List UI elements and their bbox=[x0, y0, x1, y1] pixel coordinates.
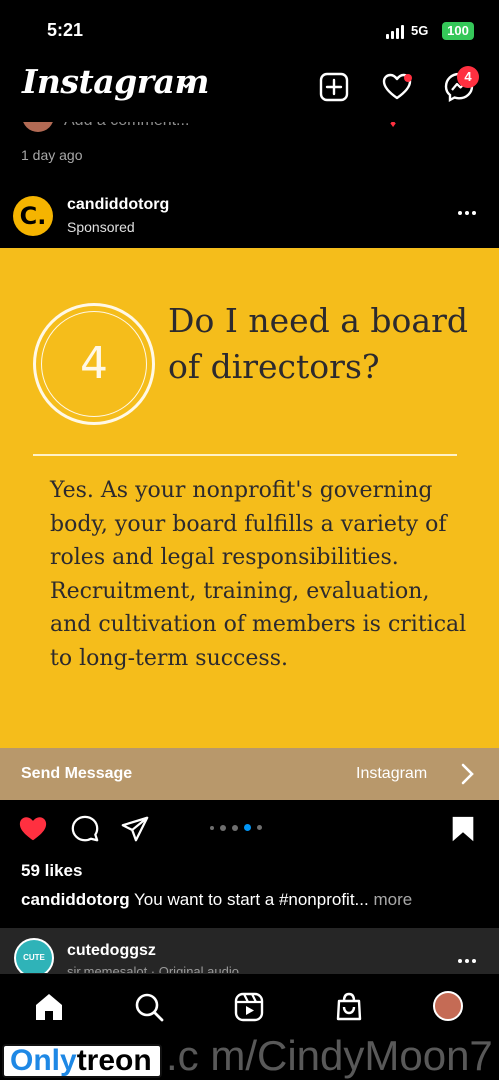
likes-count[interactable]: 59 likes bbox=[21, 861, 82, 881]
previous-post: Add a comment... ♦ 1 day ago bbox=[0, 122, 499, 180]
status-bar: 5:21 5G 100 bbox=[0, 0, 499, 56]
network-label: 5G bbox=[411, 23, 429, 38]
reels-icon[interactable] bbox=[233, 991, 265, 1023]
chevron-right-icon[interactable] bbox=[458, 762, 476, 786]
ad-image[interactable]: 4 Do I need a board of directors? Yes. A… bbox=[0, 248, 499, 748]
messages-badge: 4 bbox=[457, 66, 479, 88]
app-header: Instagram bbox=[0, 56, 499, 122]
ad-answer: Yes. As your nonprofit's governing body,… bbox=[50, 478, 467, 671]
avatar[interactable]: C. bbox=[13, 196, 53, 236]
caption-username[interactable]: candiddotorg bbox=[21, 890, 130, 909]
cta-destination[interactable]: Instagram bbox=[356, 765, 427, 783]
profile-avatar[interactable] bbox=[433, 991, 463, 1021]
comment-icon[interactable] bbox=[70, 814, 100, 844]
post-header: C. candiddotorg Sponsored bbox=[0, 186, 499, 248]
next-post-username[interactable]: cutedoggsz bbox=[67, 942, 156, 960]
next-post-audio[interactable]: sir.memesalot · Original audio bbox=[67, 964, 239, 973]
ad-question: Do I need a board of directors? bbox=[168, 301, 468, 386]
signal-icon bbox=[386, 25, 404, 39]
caption-text: You want to start a #nonprofit... bbox=[134, 890, 369, 909]
emoji-icon[interactable]: ♦ bbox=[390, 122, 396, 130]
search-icon[interactable] bbox=[133, 991, 165, 1023]
home-icon[interactable] bbox=[33, 991, 65, 1023]
bookmark-icon[interactable] bbox=[448, 814, 478, 844]
more-link[interactable]: more bbox=[373, 890, 412, 909]
watermark-url: .c m/CindyMoon7 bbox=[166, 1032, 493, 1079]
post-caption: candiddotorg You want to start a #nonpro… bbox=[21, 890, 412, 910]
sponsored-label[interactable]: Sponsored bbox=[67, 219, 135, 235]
status-time: 5:21 bbox=[47, 20, 84, 40]
avatar bbox=[22, 122, 54, 132]
more-options-icon[interactable] bbox=[458, 211, 476, 215]
divider bbox=[33, 454, 457, 456]
post-timestamp: 1 day ago bbox=[21, 147, 83, 163]
watermark-logo: Onlytreon bbox=[2, 1044, 162, 1078]
post-username[interactable]: candiddotorg bbox=[67, 196, 169, 214]
chevron-down-icon[interactable] bbox=[178, 78, 194, 90]
shop-icon[interactable] bbox=[333, 991, 365, 1023]
share-icon[interactable] bbox=[120, 814, 150, 844]
battery-icon: 100 bbox=[442, 22, 474, 40]
post-actions bbox=[0, 800, 499, 858]
create-post-icon[interactable] bbox=[318, 71, 350, 103]
next-post-header: CUTE cutedoggsz sir.memesalot · Original… bbox=[0, 928, 499, 973]
ad-number: 4 bbox=[41, 311, 147, 417]
cta-label[interactable]: Send Message bbox=[21, 765, 132, 783]
avatar[interactable]: CUTE bbox=[14, 938, 54, 973]
more-options-icon[interactable] bbox=[458, 959, 476, 963]
watermark: .c m/CindyMoon7 Onlytreon bbox=[0, 1030, 499, 1080]
comment-input[interactable]: Add a comment... bbox=[64, 122, 189, 130]
send-message-cta[interactable]: Send Message Instagram bbox=[0, 748, 499, 800]
notification-dot bbox=[404, 74, 412, 82]
liked-heart-icon[interactable] bbox=[18, 814, 48, 844]
carousel-indicator bbox=[210, 824, 262, 831]
